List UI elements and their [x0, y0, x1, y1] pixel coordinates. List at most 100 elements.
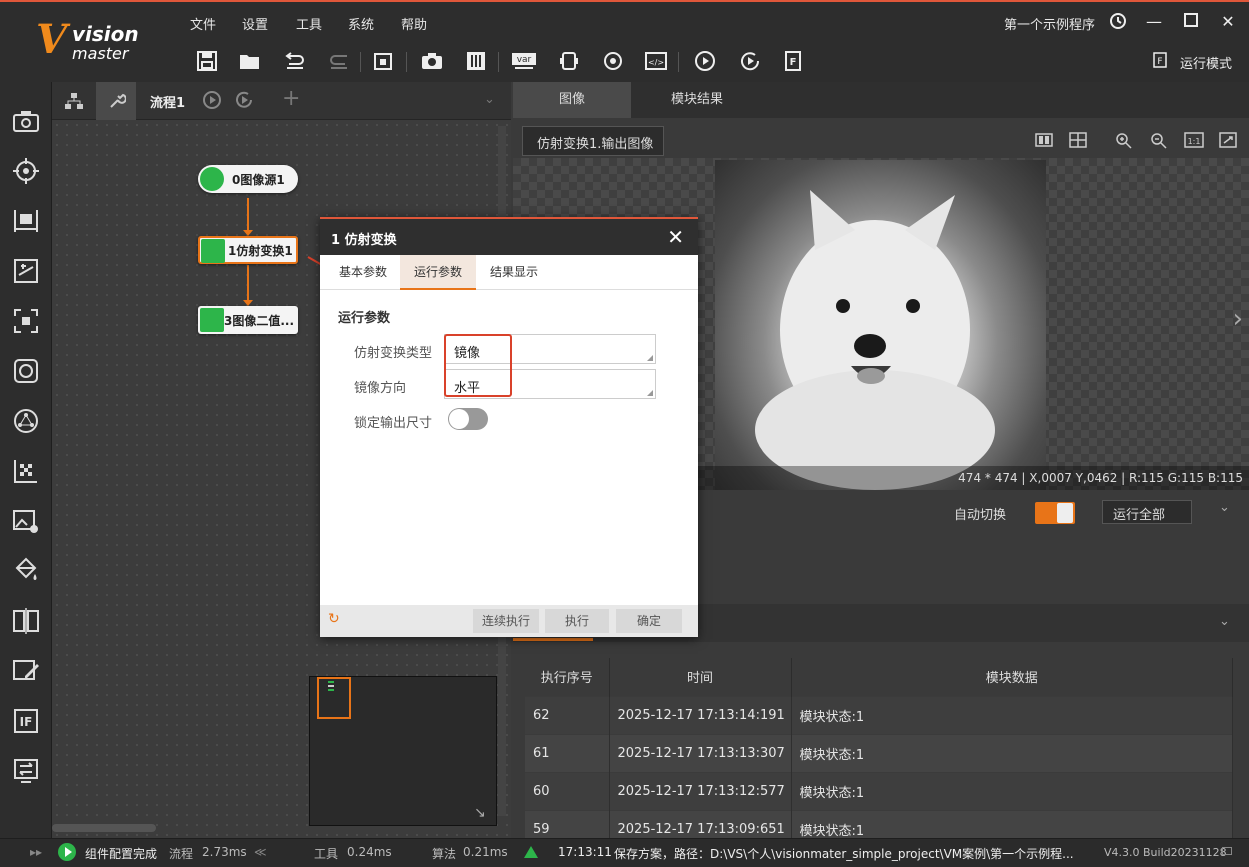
table-row[interactable]: 62 2025-12-17 17:13:14:191 模块状态:1: [525, 695, 1233, 734]
resize-arrow-icon[interactable]: ↘: [474, 805, 486, 821]
measure-tool-icon[interactable]: [11, 206, 41, 236]
add-flow-icon[interactable]: +: [282, 86, 300, 111]
logic-if-icon[interactable]: IF: [11, 706, 41, 736]
next-image-icon[interactable]: ›: [1233, 304, 1243, 334]
auto-switch-toggle[interactable]: [1035, 502, 1075, 524]
zoom-out-icon[interactable]: [1150, 132, 1168, 154]
run-loop-icon[interactable]: [737, 48, 763, 74]
continuous-run-button[interactable]: 连续执行: [473, 609, 539, 633]
table-row[interactable]: 61 2025-12-17 17:13:13:307 模块状态:1: [525, 733, 1233, 772]
var-icon[interactable]: var: [511, 48, 537, 74]
tab-result-display[interactable]: 结果显示: [480, 255, 548, 290]
communication-tool-icon[interactable]: [11, 756, 41, 786]
algo-time-label: 算法: [432, 847, 457, 861]
menu-settings[interactable]: 设置: [242, 14, 268, 33]
draw-tool-icon[interactable]: [11, 656, 41, 686]
clock-icon[interactable]: [1108, 12, 1128, 32]
run-once-icon[interactable]: [692, 48, 718, 74]
log-status-icon: [524, 846, 538, 858]
tab-run-params[interactable]: 运行参数: [400, 255, 476, 290]
settings-sliders-icon[interactable]: [463, 48, 489, 74]
recognize-tool-icon[interactable]: [11, 306, 41, 336]
menu-help[interactable]: 帮助: [401, 14, 427, 33]
open-folder-icon[interactable]: [237, 48, 263, 74]
dialog-close-icon[interactable]: ✕: [667, 225, 684, 249]
tab-basic-params[interactable]: 基本参数: [326, 255, 400, 290]
log-message: 保存方案，路径：D:\VS\个人\visionmater_simple_proj…: [614, 847, 1074, 861]
compare-tool-icon[interactable]: [11, 606, 41, 636]
flow-run-once-icon[interactable]: [202, 90, 222, 114]
refresh-icon[interactable]: ↻: [328, 611, 340, 627]
node-label: 3图像二值...: [224, 313, 295, 328]
maximize-icon[interactable]: [1181, 12, 1201, 32]
grid-view-icon[interactable]: [1069, 132, 1087, 152]
logo-v: V: [36, 16, 68, 63]
flow-minimap[interactable]: ↘: [309, 676, 497, 826]
camera-icon[interactable]: [419, 48, 445, 74]
undo-icon[interactable]: [282, 48, 308, 74]
col-module-data[interactable]: 模块数据: [791, 658, 1233, 696]
tab-image[interactable]: 图像: [513, 82, 631, 118]
fit-window-icon[interactable]: [1219, 132, 1237, 152]
logo-master: master: [72, 44, 129, 63]
table-row[interactable]: 60 2025-12-17 17:13:12:577 模块状态:1: [525, 771, 1233, 810]
cell-seq: 61: [525, 733, 610, 772]
run-mode-button[interactable]: 运行模式: [1180, 53, 1232, 72]
flow-tool-tab[interactable]: [96, 82, 136, 120]
history-tab-indicator: [513, 638, 593, 641]
window-icon[interactable]: [1222, 847, 1232, 855]
redo-icon[interactable]: [326, 48, 352, 74]
split-view-icon[interactable]: [1035, 132, 1053, 152]
app-logo: V vision master: [34, 16, 154, 66]
flow-node-image-source[interactable]: 0图像源1: [198, 165, 298, 193]
tab-module-result[interactable]: 模块结果: [638, 82, 756, 118]
svg-text:var: var: [517, 55, 532, 65]
camera-tool-icon[interactable]: [11, 106, 41, 136]
communication-icon[interactable]: [556, 48, 582, 74]
collapse-chevron-icon[interactable]: ⌄: [1219, 500, 1230, 515]
flow-node-image-binary[interactable]: 3图像二值...: [198, 306, 298, 334]
locate-tool-icon[interactable]: [11, 156, 41, 186]
lock-output-size-toggle[interactable]: [448, 408, 488, 430]
log-time: 17:13:11: [558, 845, 612, 859]
image-source-select[interactable]: 仿射变换1.输出图像: [522, 126, 664, 156]
flow-horizontal-scrollbar[interactable]: [52, 824, 156, 832]
image-process-tool-icon[interactable]: [11, 506, 41, 536]
global-trigger-icon[interactable]: [600, 48, 626, 74]
zoom-in-icon[interactable]: [1115, 132, 1133, 154]
minimize-icon[interactable]: —: [1144, 12, 1164, 32]
affine-transform-dialog: 1 仿射变换 ✕ 基本参数 运行参数 结果显示 运行参数 仿射变换类型 镜像 镜…: [320, 217, 698, 637]
menu-system[interactable]: 系统: [348, 14, 374, 33]
flow-node-affine-transform[interactable]: 1仿射变换1: [198, 236, 298, 264]
menu-file[interactable]: 文件: [190, 14, 216, 33]
run-mode-icon[interactable]: F: [1153, 52, 1169, 68]
close-icon[interactable]: ✕: [1218, 12, 1238, 32]
config-done-text: 组件配置完成: [85, 847, 158, 861]
flow-tab-label[interactable]: 流程1: [150, 92, 185, 111]
menu-tools[interactable]: 工具: [296, 14, 322, 33]
run-all-select[interactable]: 运行全部: [1102, 500, 1192, 524]
cell-data: 模块状态:1: [791, 771, 1233, 810]
script-icon[interactable]: </>: [643, 48, 669, 74]
calibrate-tool-icon[interactable]: [11, 456, 41, 486]
history-collapse-icon[interactable]: ⌄: [1219, 614, 1230, 629]
actual-size-icon[interactable]: 1:1: [1184, 132, 1204, 152]
flow-run-loop-icon[interactable]: [234, 90, 254, 114]
expand-status-icon[interactable]: ▸▸: [30, 845, 42, 859]
calc-tool-icon[interactable]: [11, 256, 41, 286]
execute-button[interactable]: 执行: [545, 609, 609, 633]
vision-master-window: V vision master 文件 设置 工具 系统 帮助 第一个示例程序 —…: [0, 0, 1249, 867]
chevron-down-icon[interactable]: ⌄: [484, 92, 495, 107]
lock-icon[interactable]: [370, 48, 396, 74]
minimap-viewport[interactable]: [317, 677, 351, 719]
col-seq[interactable]: 执行序号: [525, 658, 610, 696]
ai-tool-icon[interactable]: [11, 406, 41, 436]
col-time[interactable]: 时间: [609, 658, 792, 696]
flow-tree-icon[interactable]: [64, 92, 84, 114]
report-icon[interactable]: F: [781, 48, 807, 74]
defect-tool-icon[interactable]: [11, 356, 41, 386]
color-tool-icon[interactable]: [11, 556, 41, 586]
confirm-button[interactable]: 确定: [616, 609, 682, 633]
save-icon[interactable]: [194, 48, 220, 74]
table-row[interactable]: 59 2025-12-17 17:13:09:651 模块状态:1: [525, 809, 1233, 838]
